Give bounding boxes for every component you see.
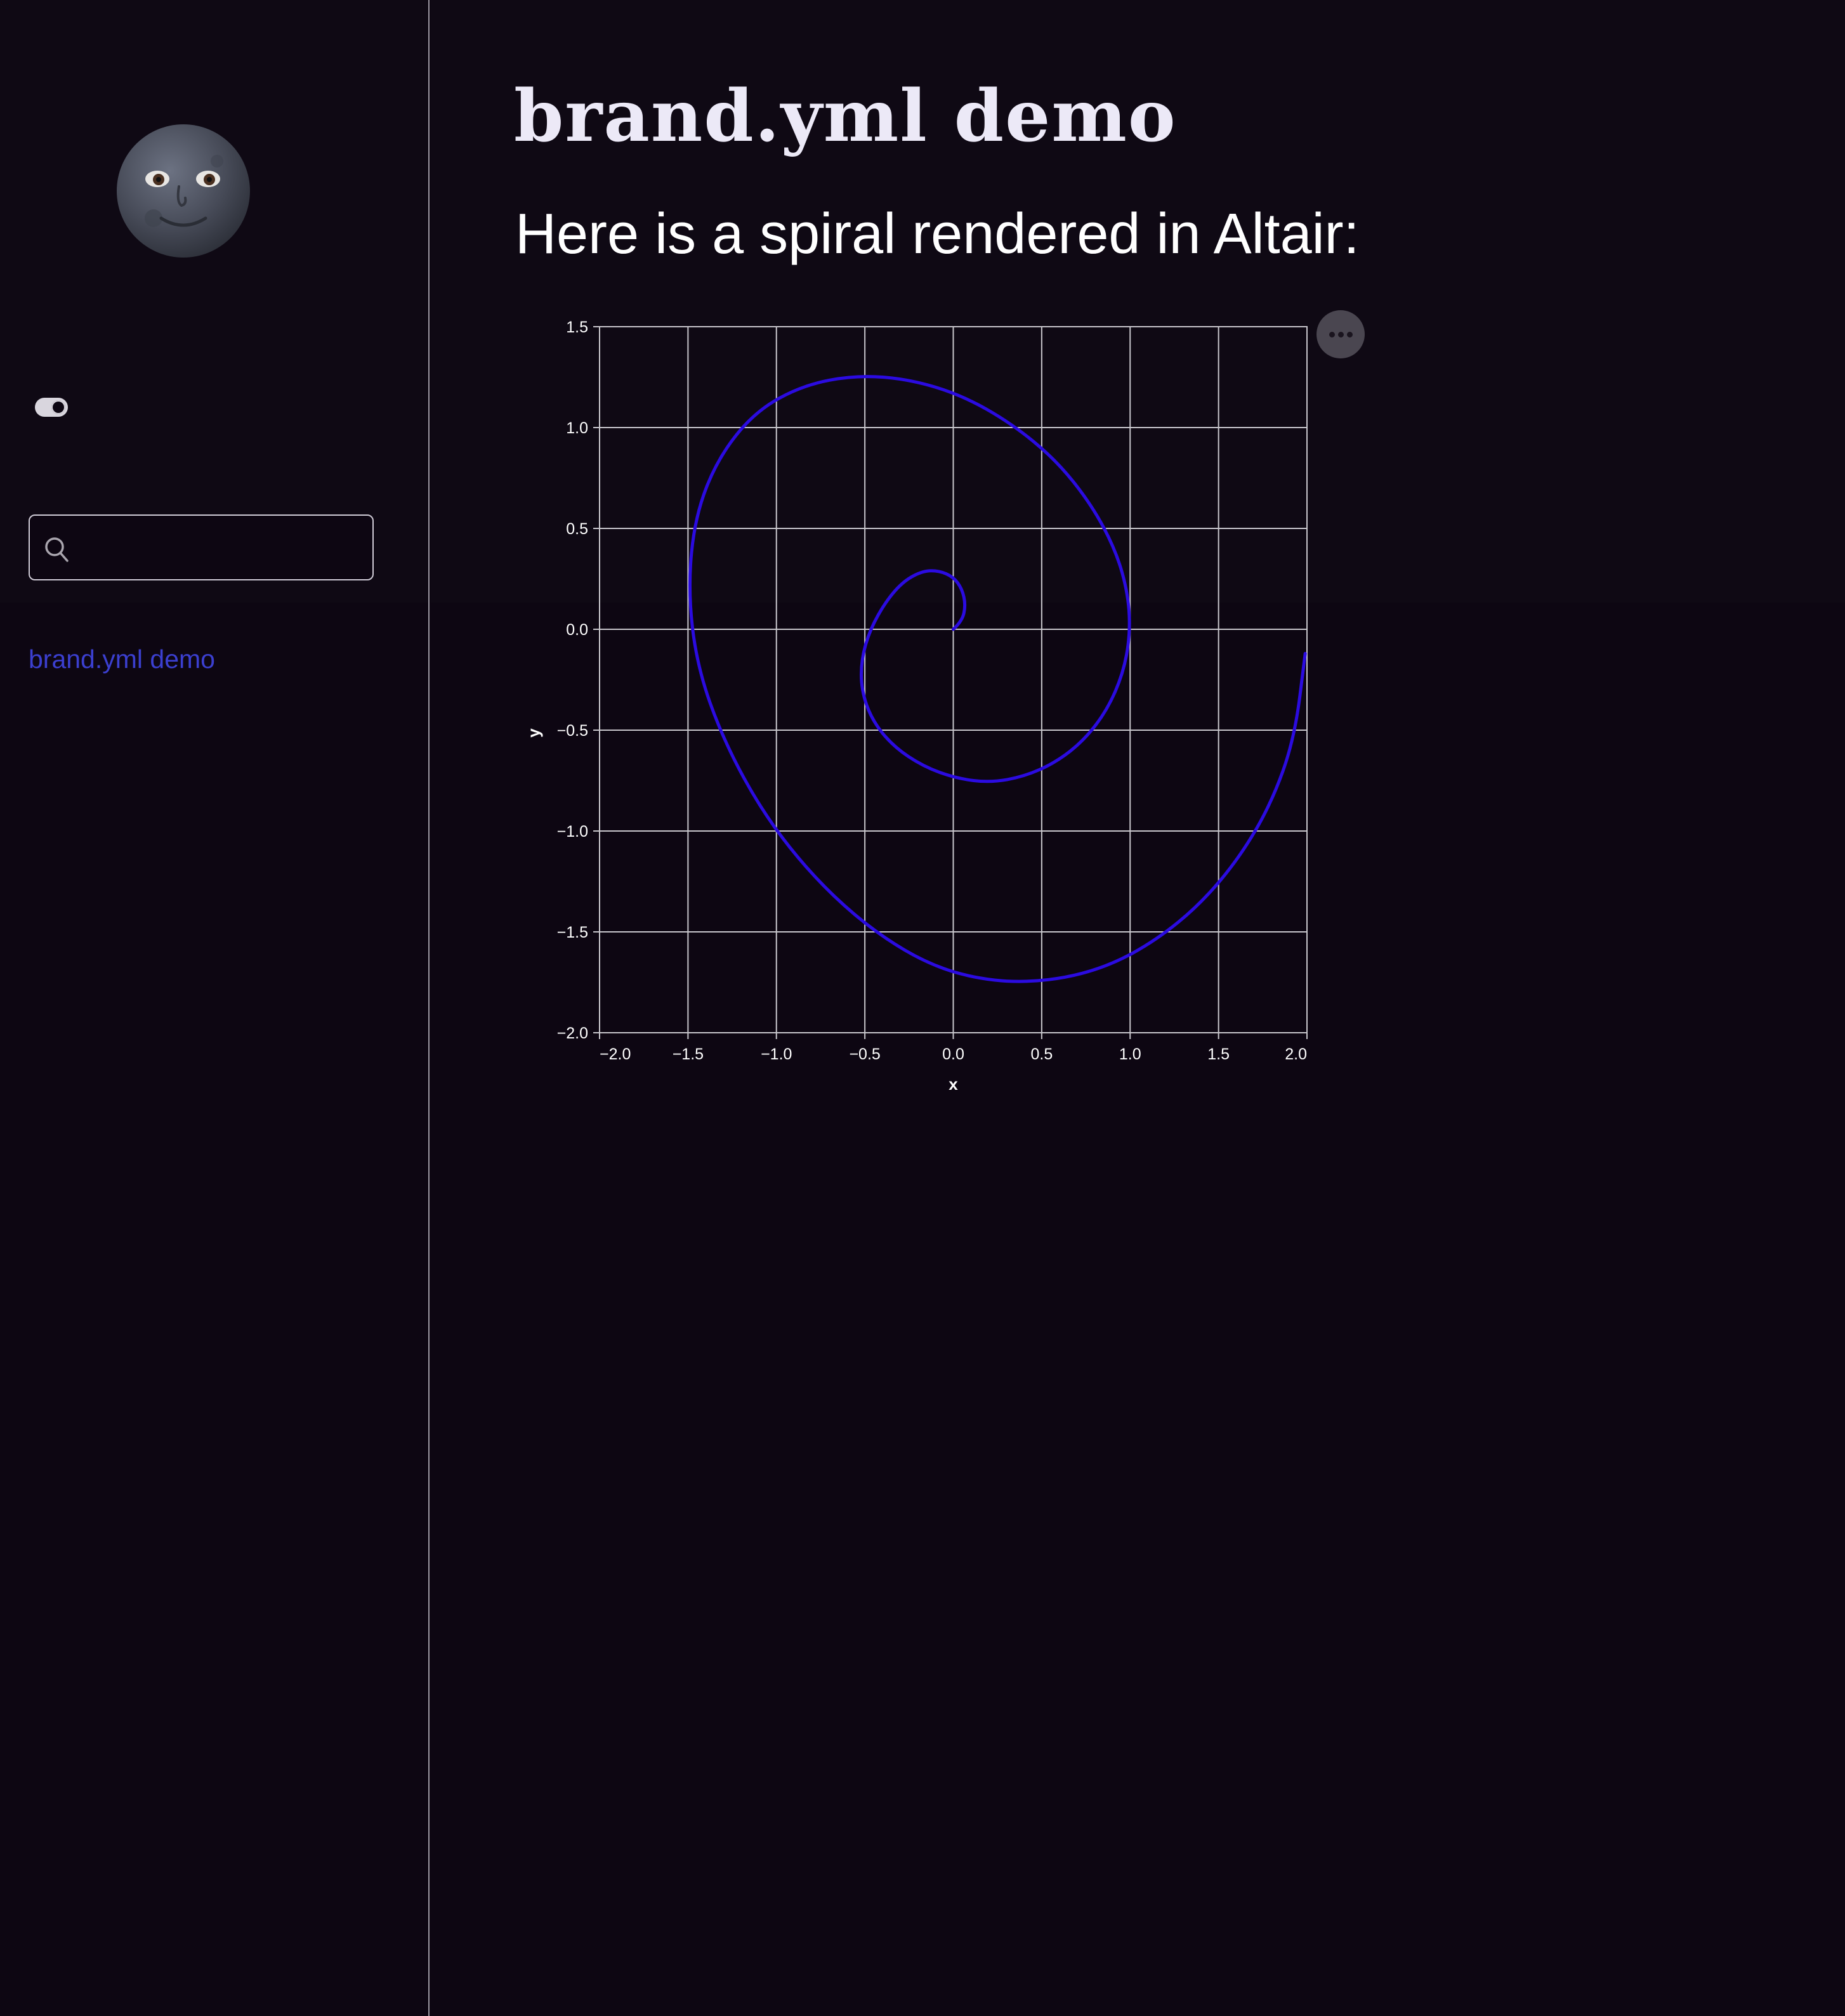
x-tick-label: 0.0 <box>942 1045 964 1063</box>
toggle-switch-icon <box>51 400 65 414</box>
x-tick-label: −0.5 <box>849 1045 880 1063</box>
x-tick-label: 1.5 <box>1207 1045 1230 1063</box>
y-tick-label: 1.5 <box>566 318 588 336</box>
more-horizontal-icon-dot <box>1338 332 1344 337</box>
y-tick-label: −2.0 <box>557 1024 588 1042</box>
y-tick-label: −1.0 <box>557 823 588 841</box>
more-horizontal-icon <box>1329 332 1335 337</box>
x-tick-label: −2.0 <box>600 1045 631 1063</box>
spiral-series-line <box>688 375 1307 983</box>
new-moon-face-icon[interactable] <box>115 123 251 259</box>
y-tick-label: −0.5 <box>557 722 588 740</box>
search-field[interactable] <box>29 514 374 580</box>
x-tick-label: 0.5 <box>1030 1045 1053 1063</box>
spiral-chart: −2.0 −1.5 −1.0 −0.5 0.0 0.5 1.0 1.5 2.0 1.5 1.0 0.5… <box>524 318 1308 1094</box>
chart-series <box>688 375 1307 983</box>
y-tick-label: 1.0 <box>566 419 588 437</box>
y-tick-label: 0.5 <box>566 520 588 538</box>
y-tick-label: −1.5 <box>557 924 588 941</box>
chart-axes: −2.0 −1.5 −1.0 −0.5 0.0 0.5 1.0 1.5 2.0 1.5 1.0 0.5… <box>557 318 1308 1063</box>
more-horizontal-icon-dot <box>1347 332 1353 337</box>
page-title: brand.yml demo <box>514 75 1177 158</box>
sidebar-item-brand-yml-demo[interactable]: brand.yml demo <box>29 645 215 674</box>
x-tick-label: 2.0 <box>1285 1045 1307 1063</box>
x-tick-label: 1.0 <box>1119 1045 1141 1063</box>
intro-text: Here is a spiral rendered in Altair: <box>515 202 1360 266</box>
sidebar-header-area <box>0 0 428 603</box>
y-axis-label: y <box>524 728 543 738</box>
x-tick-label: −1.0 <box>761 1045 792 1063</box>
y-tick-label: 0.0 <box>566 621 588 639</box>
x-axis-label: x <box>949 1075 958 1094</box>
chart-grid <box>599 326 1308 1033</box>
theme-toggle[interactable] <box>35 398 68 417</box>
x-tick-label: −1.5 <box>673 1045 704 1063</box>
search-input[interactable] <box>81 522 362 574</box>
chart-actions-menu[interactable] <box>1316 310 1365 358</box>
search-icon <box>45 537 69 562</box>
sidebar: brand.yml demo <box>0 0 430 2016</box>
